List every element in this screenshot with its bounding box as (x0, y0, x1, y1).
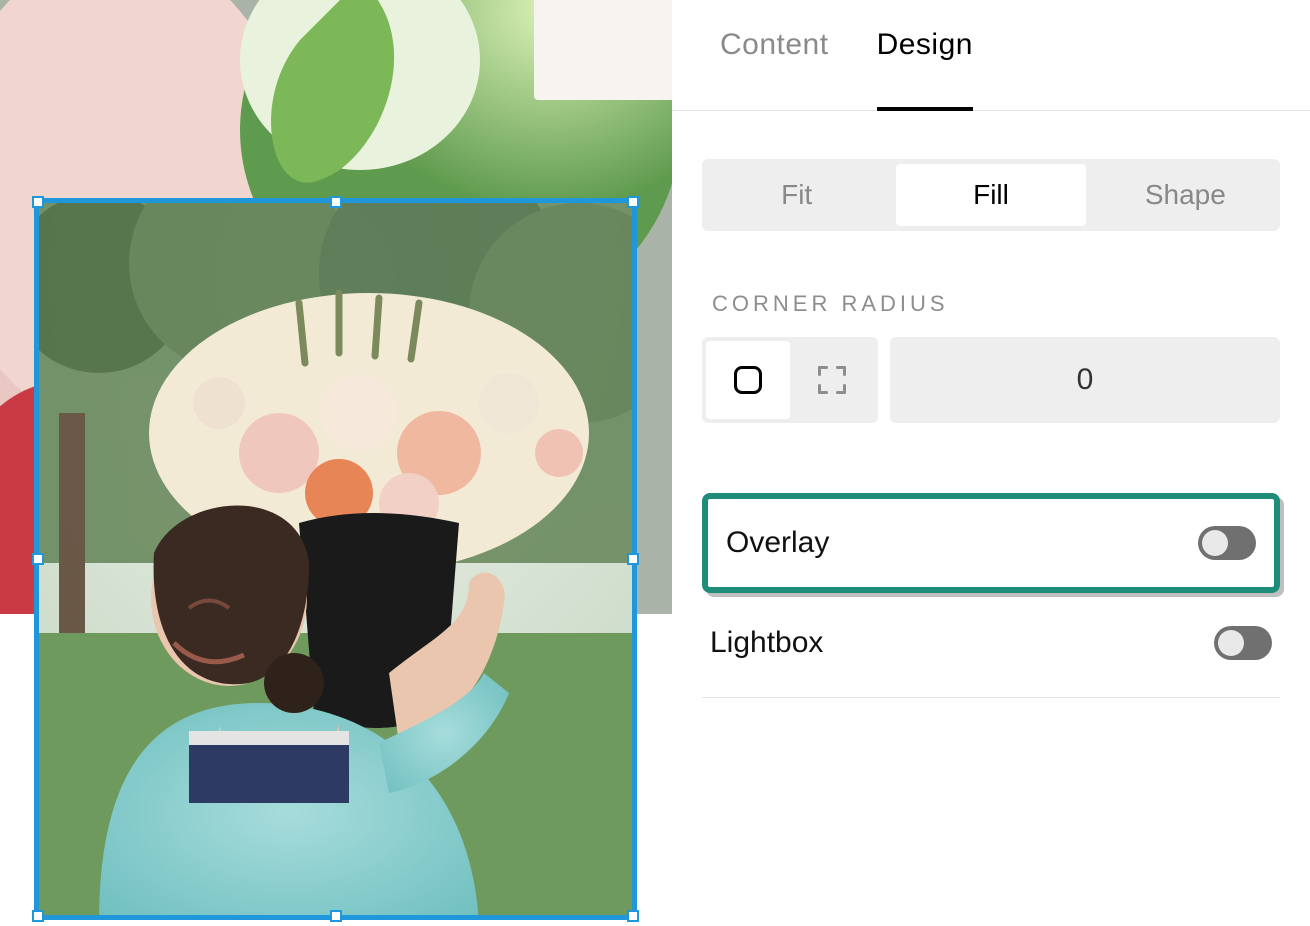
editor-canvas[interactable] (0, 0, 672, 926)
overlay-row: Overlay (718, 499, 1264, 587)
fit-mode-fit[interactable]: Fit (702, 159, 891, 231)
corner-radius-independent[interactable] (790, 341, 874, 419)
tab-design[interactable]: Design (877, 28, 973, 110)
resize-handle-middle-right[interactable] (627, 553, 639, 565)
lightbox-toggle[interactable] (1214, 626, 1272, 660)
resize-handle-top-right[interactable] (627, 196, 639, 208)
resize-handle-bottom-middle[interactable] (330, 910, 342, 922)
overlay-label: Overlay (726, 526, 829, 560)
fit-mode-fill[interactable]: Fill (896, 164, 1085, 226)
overlay-highlight: Overlay (702, 493, 1280, 593)
canvas-card (534, 0, 672, 100)
rounded-square-icon (734, 366, 762, 394)
lightbox-label: Lightbox (710, 626, 823, 660)
corner-radius-label: Corner Radius (712, 291, 1280, 317)
resize-handle-top-left[interactable] (32, 196, 44, 208)
resize-handle-middle-left[interactable] (32, 553, 44, 565)
resize-handle-top-middle[interactable] (330, 196, 342, 208)
corner-radius-mode (702, 337, 878, 423)
panel-tabs: Content Design (672, 0, 1310, 111)
independent-corners-icon (818, 366, 846, 394)
tab-content[interactable]: Content (720, 28, 829, 110)
design-panel: Content Design Fit Fill Shape Corner Rad… (672, 0, 1310, 926)
overlay-toggle[interactable] (1198, 526, 1256, 560)
section-divider (702, 697, 1280, 698)
fit-mode-shape[interactable]: Shape (1091, 159, 1280, 231)
lightbox-row: Lightbox (702, 599, 1280, 687)
resize-handle-bottom-left[interactable] (32, 910, 44, 922)
resize-handle-bottom-right[interactable] (627, 910, 639, 922)
fit-mode-segmented: Fit Fill Shape (702, 159, 1280, 231)
corner-radius-linked[interactable] (706, 341, 790, 419)
corner-radius-value[interactable]: 0 (890, 337, 1280, 423)
